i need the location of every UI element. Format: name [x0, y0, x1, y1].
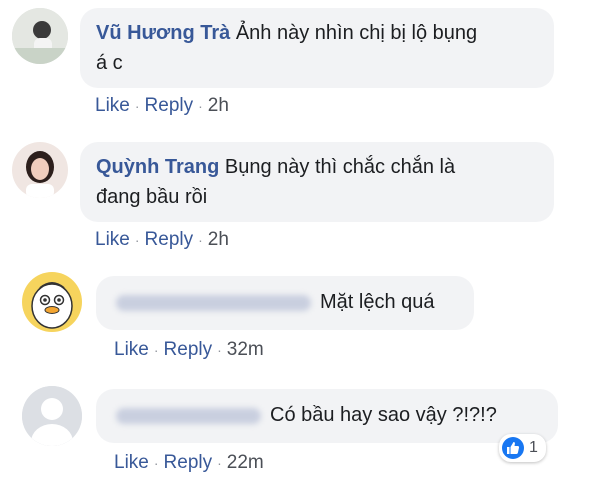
separator-dot: ·: [198, 97, 203, 114]
separator-dot: ·: [134, 231, 140, 248]
reaction-count[interactable]: 1: [499, 434, 546, 462]
separator-dot: ·: [198, 231, 203, 248]
reply-link[interactable]: Reply: [145, 95, 194, 116]
comment-bubble: Quỳnh Trang Bụng này thì chắc chắn là đa…: [80, 142, 554, 222]
separator-dot: ·: [153, 341, 159, 358]
separator-dot: ·: [217, 341, 222, 358]
separator-dot: ·: [134, 97, 140, 114]
comment-text: Ảnh này nhìn chị bị lộ bụng: [235, 22, 478, 44]
comment-actions: Like · Reply · 32m: [114, 339, 264, 361]
like-link[interactable]: Like: [114, 339, 149, 360]
separator-dot: ·: [217, 454, 222, 471]
comment-author[interactable]: Quỳnh Trang: [96, 156, 219, 178]
avatar[interactable]: [12, 142, 68, 198]
comment-text: đang bầu rồi: [96, 186, 208, 208]
comment-actions: Like · Reply · 22m: [114, 452, 264, 474]
reaction-count-value: 1: [529, 439, 538, 456]
comment-text: Mặt lệch quá: [320, 291, 435, 313]
reply-link[interactable]: Reply: [145, 229, 194, 250]
like-link[interactable]: Like: [95, 95, 130, 116]
comment-bubble: Mặt lệch quá: [96, 276, 474, 330]
comment-text: Bụng này thì chắc chắn là: [224, 156, 456, 178]
comment-time[interactable]: 22m: [227, 452, 264, 473]
comment-author-hidden[interactable]: [116, 408, 261, 424]
comment-author[interactable]: Vũ Hương Trà: [96, 22, 230, 44]
comment-actions: Like · Reply · 2h: [95, 229, 229, 251]
comment-time[interactable]: 32m: [227, 339, 264, 360]
comment-text: Có bầu hay sao vậy ?!?!?: [270, 404, 497, 426]
separator-dot: ·: [153, 454, 159, 471]
comment-time[interactable]: 2h: [208, 229, 229, 250]
cartoon-penguin-avatar[interactable]: [22, 272, 82, 332]
like-link[interactable]: Like: [114, 452, 149, 473]
like-link[interactable]: Like: [95, 229, 130, 250]
comment-author-hidden[interactable]: [116, 295, 311, 311]
default-profile-avatar[interactable]: [22, 386, 82, 446]
avatar[interactable]: [12, 8, 68, 64]
comment-actions: Like · Reply · 2h: [95, 95, 229, 117]
like-reaction-icon: [502, 437, 524, 459]
reply-link[interactable]: Reply: [164, 339, 213, 360]
comment-bubble: Có bầu hay sao vậy ?!?!?: [96, 389, 558, 443]
comment-bubble: Vũ Hương Trà Ảnh này nhìn chị bị lộ bụng…: [80, 8, 554, 88]
reply-link[interactable]: Reply: [164, 452, 213, 473]
comment-text: á c: [96, 52, 123, 74]
comment-time[interactable]: 2h: [208, 95, 229, 116]
